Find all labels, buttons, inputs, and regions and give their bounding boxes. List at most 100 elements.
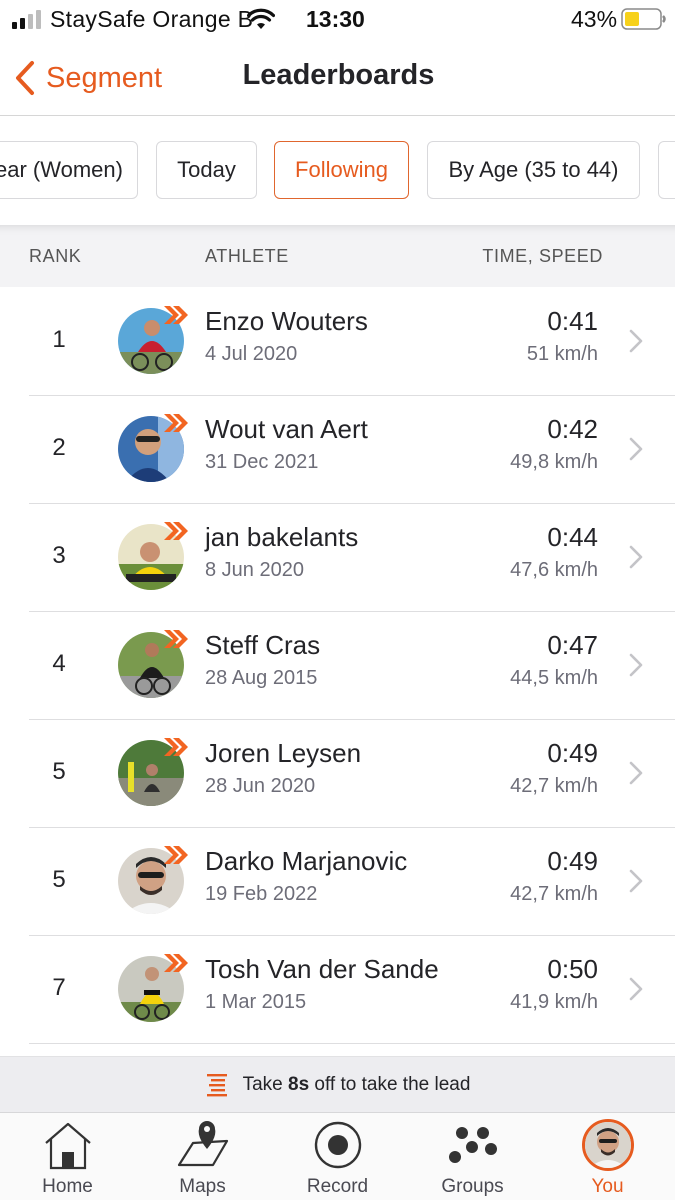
effort-date: 28 Aug 2015 — [205, 667, 318, 689]
rank: 3 — [52, 542, 66, 569]
leaderboard-row[interactable]: 5 Darko Marjanovic 19 Feb 2022 0:49 42,7… — [0, 828, 675, 936]
leaderboard-screen: StaySafe Orange B 13:30 43% Segment Lead… — [0, 0, 675, 1200]
record-icon — [314, 1121, 362, 1169]
column-header-time-speed: TIME, SPEED — [482, 246, 603, 266]
rank: 7 — [52, 974, 66, 1001]
navigation-bar: Segment Leaderboards — [0, 40, 675, 116]
tab-groups[interactable]: Groups — [405, 1113, 540, 1200]
effort-speed: 42,7 km/h — [510, 775, 598, 797]
tab-bar: Home Maps Record Groups You — [0, 1112, 675, 1200]
take-the-lead-banner: Take 8s off to take the lead — [0, 1056, 675, 1112]
map-icon — [177, 1121, 229, 1167]
athlete-name: Wout van Aert — [205, 414, 368, 444]
leaderboard-row[interactable]: 2 Wout van Aert 31 Dec 2021 0:42 49,8 km… — [0, 396, 675, 504]
athlete-avatar — [118, 306, 188, 376]
clock: 13:30 — [306, 6, 365, 32]
page-title: Leaderboards — [242, 59, 435, 91]
tab-label: Home — [42, 1176, 93, 1197]
athlete-name: Steff Cras — [205, 630, 321, 660]
leaderboard-row[interactable]: 3 jan bakelants 8 Jun 2020 0:44 47,6 km/… — [0, 504, 675, 612]
chevron-right-icon — [629, 761, 643, 785]
cellular-signal-icon — [12, 10, 41, 29]
effort-time: 0:42 — [547, 414, 598, 444]
effort-time: 0:47 — [547, 630, 598, 660]
tab-record[interactable]: Record — [270, 1113, 405, 1200]
battery-icon — [621, 8, 666, 30]
athlete-avatar — [118, 630, 188, 700]
leaderboard-row[interactable]: 1 Enzo Wouters 4 Jul 2020 0:41 51 km/h — [0, 288, 675, 396]
strava-subscriber-badge-icon — [164, 522, 188, 540]
column-header-rank: RANK — [29, 246, 82, 266]
rank: 1 — [52, 326, 66, 353]
profile-avatar — [582, 1119, 634, 1171]
athlete-avatar — [118, 414, 188, 484]
home-icon — [45, 1122, 91, 1170]
filter-chip-more[interactable] — [658, 141, 675, 199]
battery-percentage: 43% — [571, 6, 618, 32]
leaderboard-list-icon — [206, 1073, 227, 1096]
effort-date: 19 Feb 2022 — [205, 883, 318, 905]
effort-speed: 51 km/h — [526, 343, 598, 365]
athlete-avatar — [118, 954, 188, 1024]
filter-chip-today[interactable]: Today — [156, 141, 257, 199]
athlete-name: Joren Leysen — [205, 738, 362, 768]
row-divider — [29, 1043, 675, 1044]
filter-chip-year-women[interactable]: ear (Women) — [0, 141, 138, 199]
effort-date: 31 Dec 2021 — [205, 451, 319, 473]
athlete-name: Enzo Wouters — [205, 306, 368, 336]
rank: 4 — [52, 650, 66, 677]
filter-chip-by-age[interactable]: By Age (35 to 44) — [427, 141, 640, 199]
effort-date: 28 Jun 2020 — [205, 775, 316, 797]
chevron-right-icon — [629, 329, 643, 353]
groups-icon — [449, 1127, 497, 1163]
tab-label: Maps — [179, 1176, 226, 1197]
effort-date: 1 Mar 2015 — [205, 991, 307, 1013]
athlete-avatar — [118, 846, 188, 916]
strava-subscriber-badge-icon — [164, 630, 188, 648]
strava-subscriber-badge-icon — [164, 306, 188, 324]
effort-speed: 41,9 km/h — [510, 991, 598, 1013]
take-the-lead-text: Take 8s off to take the lead — [242, 1073, 471, 1095]
effort-date: 4 Jul 2020 — [205, 343, 298, 365]
effort-time: 0:49 — [547, 738, 598, 768]
tab-label: You — [591, 1176, 624, 1197]
athlete-name: Tosh Van der Sande — [205, 954, 439, 984]
leaderboard-table-header: RANK ATHLETE TIME, SPEED — [0, 225, 675, 287]
effort-speed: 49,8 km/h — [510, 451, 598, 473]
effort-speed: 42,7 km/h — [510, 883, 598, 905]
strava-subscriber-badge-icon — [164, 414, 188, 432]
chevron-right-icon — [629, 437, 643, 461]
chevron-right-icon — [629, 869, 643, 893]
wifi-icon — [247, 8, 275, 29]
strava-subscriber-badge-icon — [164, 846, 188, 864]
leaderboard-row[interactable]: 4 Steff Cras 28 Aug 2015 0:47 44,5 km/h — [0, 612, 675, 720]
rank: 5 — [52, 866, 66, 893]
filter-chip-following[interactable]: Following — [274, 141, 409, 199]
effort-speed: 47,6 km/h — [510, 559, 598, 581]
column-header-athlete: ATHLETE — [205, 246, 289, 266]
strava-subscriber-badge-icon — [164, 954, 188, 972]
tab-maps[interactable]: Maps — [135, 1113, 270, 1200]
tab-label: Record — [306, 1176, 369, 1197]
leaderboard-row[interactable]: 7 Tosh Van der Sande 1 Mar 2015 0:50 41,… — [0, 936, 675, 1044]
seconds-needed: 8s — [288, 1073, 310, 1095]
effort-time: 0:44 — [547, 522, 598, 552]
athlete-avatar — [118, 738, 188, 808]
effort-time: 0:49 — [547, 846, 598, 876]
leaderboard-row[interactable]: 5 Joren Leysen 28 Jun 2020 0:49 42,7 km/… — [0, 720, 675, 828]
filter-bar: ear (Women) Today Following By Age (35 t… — [0, 117, 675, 225]
athlete-name: jan bakelants — [205, 522, 359, 552]
chevron-right-icon — [629, 653, 643, 677]
chevron-right-icon — [629, 977, 643, 1001]
strava-subscriber-badge-icon — [164, 738, 188, 756]
tab-you[interactable]: You — [540, 1113, 675, 1200]
tab-label: Groups — [441, 1176, 504, 1197]
effort-time: 0:50 — [547, 954, 598, 984]
effort-speed: 44,5 km/h — [510, 667, 598, 689]
rank: 2 — [52, 434, 66, 461]
status-bar: StaySafe Orange B 13:30 43% — [0, 0, 675, 40]
carrier-name: StaySafe Orange B — [50, 6, 254, 32]
rank: 5 — [52, 758, 66, 785]
chevron-right-icon — [629, 545, 643, 569]
tab-home[interactable]: Home — [0, 1113, 135, 1200]
